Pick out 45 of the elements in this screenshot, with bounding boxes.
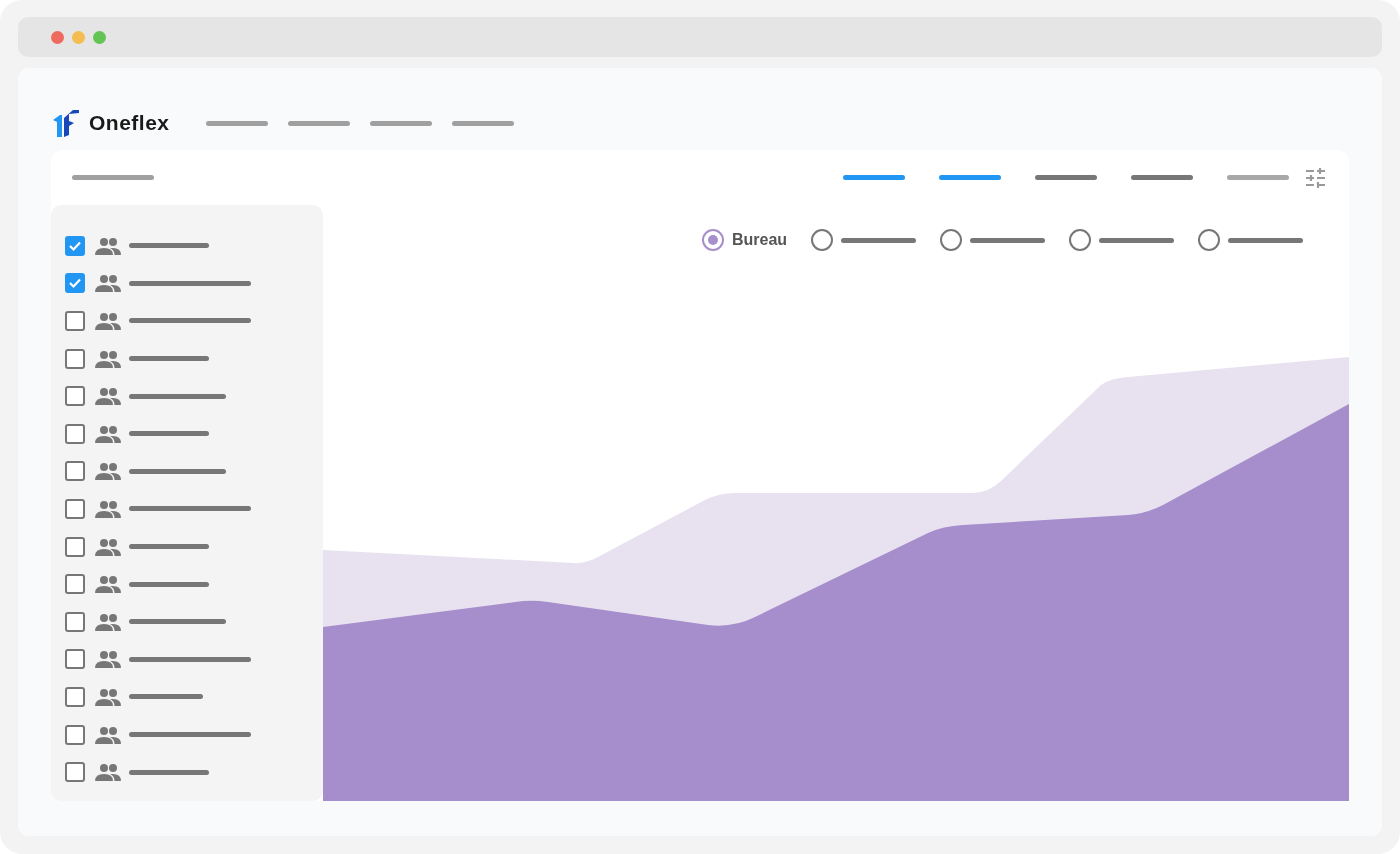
logo-icon: [51, 108, 81, 138]
checkbox[interactable]: [65, 762, 85, 783]
people-icon: [95, 763, 121, 782]
radio-button[interactable]: [1069, 229, 1092, 251]
people-icon: [95, 274, 121, 293]
nav-link-placeholder[interactable]: [369, 120, 432, 126]
checkbox[interactable]: [65, 311, 85, 331]
checkbox[interactable]: [65, 348, 85, 369]
checkbox[interactable]: [65, 536, 85, 557]
checkmark-icon: [68, 276, 82, 291]
people-icon: [95, 424, 121, 443]
people-icon: [95, 236, 121, 255]
checkbox[interactable]: [65, 574, 85, 595]
checkbox[interactable]: [65, 273, 85, 294]
checkbox[interactable]: [65, 724, 85, 745]
nav-link-placeholder[interactable]: [287, 120, 350, 126]
radio-label: Bureau: [732, 230, 788, 250]
people-icon: [95, 612, 121, 631]
people-icon: [95, 725, 121, 744]
brand-name: Oneflex: [89, 110, 170, 137]
radio-button[interactable]: [702, 229, 724, 251]
checkbox[interactable]: [65, 461, 85, 482]
people-icon: [95, 387, 121, 406]
nav-link-placeholder[interactable]: [451, 120, 514, 126]
people-icon: [95, 537, 121, 556]
checkbox[interactable]: [65, 649, 85, 670]
nav-link-placeholder[interactable]: [205, 120, 268, 126]
checkbox[interactable]: [65, 686, 85, 707]
people-icon: [95, 575, 121, 594]
people-icon: [95, 687, 121, 706]
people-icon: [95, 462, 121, 481]
radio-button[interactable]: [1198, 229, 1221, 251]
checkbox[interactable]: [65, 498, 85, 519]
people-icon: [95, 312, 121, 330]
checkbox[interactable]: [65, 386, 85, 407]
checkbox[interactable]: [65, 235, 85, 256]
checkbox[interactable]: [65, 611, 85, 632]
radio-button[interactable]: [940, 229, 963, 251]
filter-sliders-icon[interactable]: [1305, 166, 1327, 189]
people-icon: [95, 650, 121, 669]
radio-button[interactable]: [811, 229, 834, 251]
checkbox[interactable]: [65, 423, 85, 444]
window-close-button[interactable]: [51, 30, 64, 44]
people-icon: [95, 499, 121, 518]
people-icon: [95, 349, 121, 368]
